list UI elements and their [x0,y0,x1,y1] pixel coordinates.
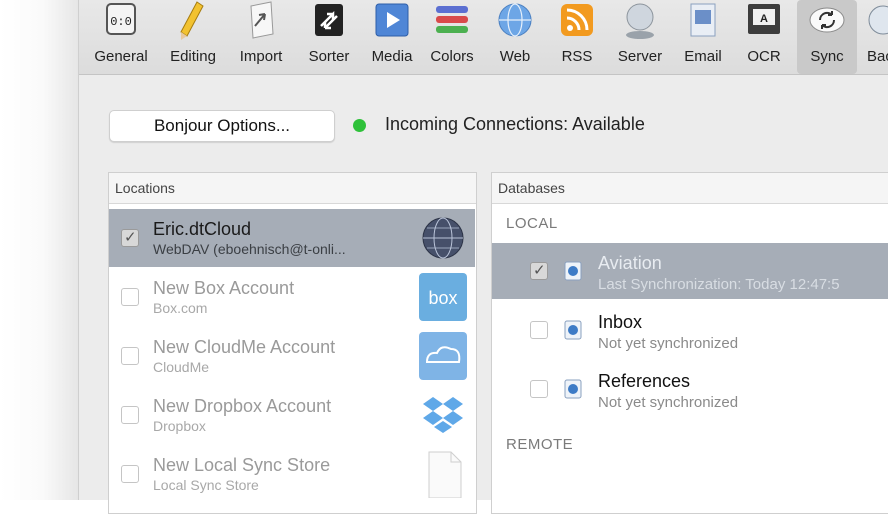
server-icon [626,3,654,39]
database-row[interactable]: References Not yet synchronized [492,361,888,417]
database-title: Aviation [598,253,662,273]
location-subtitle: Local Sync Store [153,477,259,493]
database-row[interactable]: Inbox Not yet synchronized [492,302,888,358]
preferences-window: 0:0 General Editing Import Sorter Media … [78,0,888,514]
toolbar-label: Bac [867,48,888,65]
dropbox-icon [423,397,463,433]
media-icon [375,3,409,37]
location-row[interactable]: New Dropbox Account Dropbox [109,386,475,444]
backup-icon [868,5,888,35]
toolbar-label: Sorter [308,48,350,65]
database-checkbox[interactable] [530,261,548,280]
sorter-icon [315,4,343,36]
import-icon [250,1,274,39]
database-icon [564,379,582,399]
local-section-label: LOCAL [506,215,558,232]
database-icon [564,320,582,340]
toolbar-item-colors[interactable]: Colors [421,0,483,74]
desktop-background [0,0,78,500]
database-row[interactable]: Aviation Last Synchronization: Today 12:… [492,243,888,299]
location-checkbox[interactable] [121,347,139,365]
toolbar-item-rss[interactable]: RSS [549,0,605,74]
location-row[interactable]: New Local Sync Store Local Sync Store [109,445,475,503]
location-checkbox[interactable] [121,228,139,247]
rss-icon [561,4,593,36]
general-icon: 0:0 [106,3,136,35]
database-checkbox[interactable] [530,321,548,339]
globe-icon [422,217,464,259]
toolbar-item-general[interactable]: 0:0 General [85,0,157,74]
toolbar-label: RSS [561,48,593,65]
document-icon [428,451,462,498]
toolbar-item-sorter[interactable]: Sorter [297,0,361,74]
incoming-connections-status: Incoming Connections: Available [385,114,645,134]
svg-text:0:0: 0:0 [110,15,132,29]
locations-header: Locations [109,173,476,204]
status-indicator [353,119,366,132]
svg-text:box: box [428,288,457,308]
databases-header: Databases [492,173,888,204]
location-checkbox[interactable] [121,406,139,424]
toolbar-label: Sync [810,48,844,65]
ocr-icon: A [748,4,780,34]
toolbar-label: Web [499,48,531,65]
toolbar-label: Editing [170,48,216,65]
toolbar-label: Email [684,48,722,65]
toolbar-item-editing[interactable]: Editing [161,0,225,74]
location-title: New CloudMe Account [153,337,336,357]
toolbar-label: OCR [747,48,781,65]
sync-icon [809,7,845,33]
toolbar-item-ocr[interactable]: A OCR [735,0,793,74]
database-title: References [598,371,691,391]
colors-icon [436,6,468,33]
toolbar-item-import[interactable]: Import [229,0,293,74]
email-icon [690,3,716,37]
location-subtitle: CloudMe [153,359,210,375]
toolbar-item-media[interactable]: Media [363,0,421,74]
remote-section-label: REMOTE [506,436,574,453]
location-checkbox[interactable] [121,465,139,483]
location-title: New Dropbox Account [153,396,332,416]
location-row[interactable]: Eric.dtCloud WebDAV (eboehnisch@t-onli..… [109,209,475,267]
locations-panel: Locations Eric.dtCloud WebDAV (eboehnisc… [108,172,477,514]
database-title: Inbox [598,312,643,332]
svg-text:A: A [760,13,768,25]
database-subtitle: Not yet synchronized [598,335,739,352]
pencil-icon [180,1,204,40]
preferences-toolbar: 0:0 General Editing Import Sorter Media … [79,0,888,75]
location-checkbox[interactable] [121,288,139,306]
bonjour-options-button[interactable]: Bonjour Options... [109,110,335,142]
toolbar-label: Colors [430,48,474,65]
toolbar-label: General [94,48,148,65]
database-subtitle: Last Synchronization: Today 12:47:5 [598,276,840,293]
location-title: Eric.dtCloud [153,219,252,239]
location-title: New Local Sync Store [153,455,331,475]
cloudme-icon [419,332,467,380]
location-title: New Box Account [153,278,295,298]
location-subtitle: Dropbox [153,418,206,434]
database-icon [564,261,582,281]
toolbar-item-backup[interactable]: Bac [861,0,888,74]
globe-icon [498,3,532,37]
toolbar-label: Import [239,48,283,65]
location-subtitle: WebDAV (eboehnisch@t-onli... [153,241,346,257]
toolbar-item-server[interactable]: Server [609,0,671,74]
location-row[interactable]: New Box Account Box.com box [109,268,475,326]
database-subtitle: Not yet synchronized [598,394,739,411]
database-checkbox[interactable] [530,380,548,398]
location-subtitle: Box.com [153,300,208,316]
box-icon: box [419,273,467,321]
databases-panel: Databases LOCAL Aviation Last Synchroniz… [491,172,888,514]
toolbar-item-web[interactable]: Web [487,0,543,74]
toolbar-item-email[interactable]: Email [675,0,731,74]
toolbar-label: Server [617,48,663,65]
toolbar-label: Media [371,48,413,65]
location-row[interactable]: New CloudMe Account CloudMe [109,327,475,385]
toolbar-item-sync[interactable]: Sync [797,0,857,74]
